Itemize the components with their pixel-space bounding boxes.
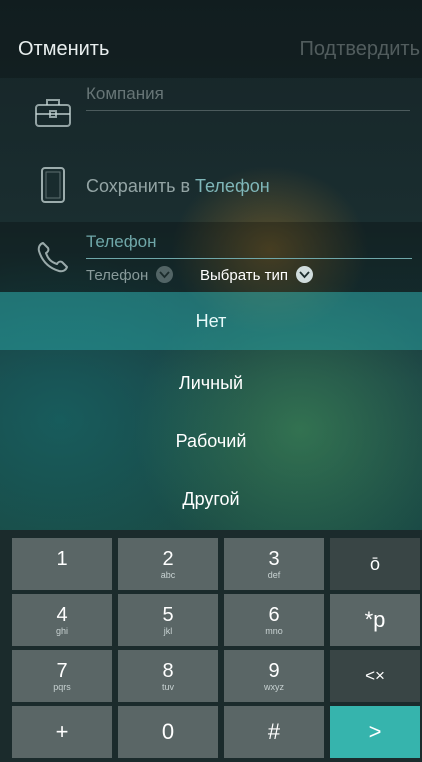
phone-type-select[interactable]: Телефон (86, 266, 174, 284)
key-8[interactable]: 8 tuv (118, 650, 218, 702)
confirm-button[interactable]: Подтвердить (300, 38, 421, 61)
choose-type-button[interactable]: Выбрать тип (200, 266, 314, 284)
key-0[interactable]: 0 (118, 706, 218, 758)
company-underline (86, 110, 410, 111)
option-other[interactable]: Другой (0, 470, 422, 528)
company-row[interactable]: Компания (0, 78, 422, 140)
phone-device-icon (41, 167, 65, 203)
save-to-value[interactable]: Телефон (195, 176, 270, 196)
key-3[interactable]: 3 def (224, 538, 324, 590)
choose-type-label: Выбрать тип (200, 267, 288, 284)
cancel-button[interactable]: Отменить (18, 38, 109, 61)
key-5[interactable]: 5 jkl (118, 594, 218, 646)
briefcase-icon (35, 99, 71, 127)
phone-row[interactable]: Телефон Телефон Выбрать тип (0, 222, 422, 292)
phone-underline (86, 258, 412, 259)
save-location-row[interactable]: Сохранить в Телефон (0, 150, 422, 220)
backspace-key[interactable]: <× (330, 650, 420, 702)
key-plus[interactable]: + (12, 706, 112, 758)
save-location-text: Сохранить в Телефон (86, 176, 270, 197)
option-none[interactable]: Нет (0, 292, 422, 350)
type-dropdown: Нет Личный Рабочий Другой (0, 292, 422, 530)
phone-number-field[interactable]: Телефон (86, 232, 157, 252)
hide-keyboard-key[interactable]: ō (330, 538, 420, 590)
top-bar: Отменить Подтвердить (0, 0, 422, 78)
next-key[interactable]: > (330, 706, 420, 758)
numeric-keyboard: 1 2 abc 3 def ō 4 ghi 5 jkl 6 mno *p 7 p… (0, 530, 422, 762)
phone-handset-icon (37, 242, 68, 273)
key-2[interactable]: 2 abc (118, 538, 218, 590)
phone-type-value: Телефон (86, 267, 149, 284)
contact-edit-screen: Отменить Подтвердить Компания Сохранить … (0, 0, 422, 762)
key-4[interactable]: 4 ghi (12, 594, 112, 646)
key-7[interactable]: 7 pqrs (12, 650, 112, 702)
star-pause-key[interactable]: *p (330, 594, 420, 646)
key-6[interactable]: 6 mno (224, 594, 324, 646)
company-field[interactable]: Компания (86, 84, 164, 104)
key-hash[interactable]: # (224, 706, 324, 758)
key-9[interactable]: 9 wxyz (224, 650, 324, 702)
chevron-down-icon (156, 266, 174, 283)
key-1[interactable]: 1 (12, 538, 112, 590)
option-personal[interactable]: Личный (0, 354, 422, 412)
save-to-label: Сохранить в (86, 176, 191, 196)
chevron-down-icon (296, 266, 314, 283)
option-work[interactable]: Рабочий (0, 412, 422, 470)
